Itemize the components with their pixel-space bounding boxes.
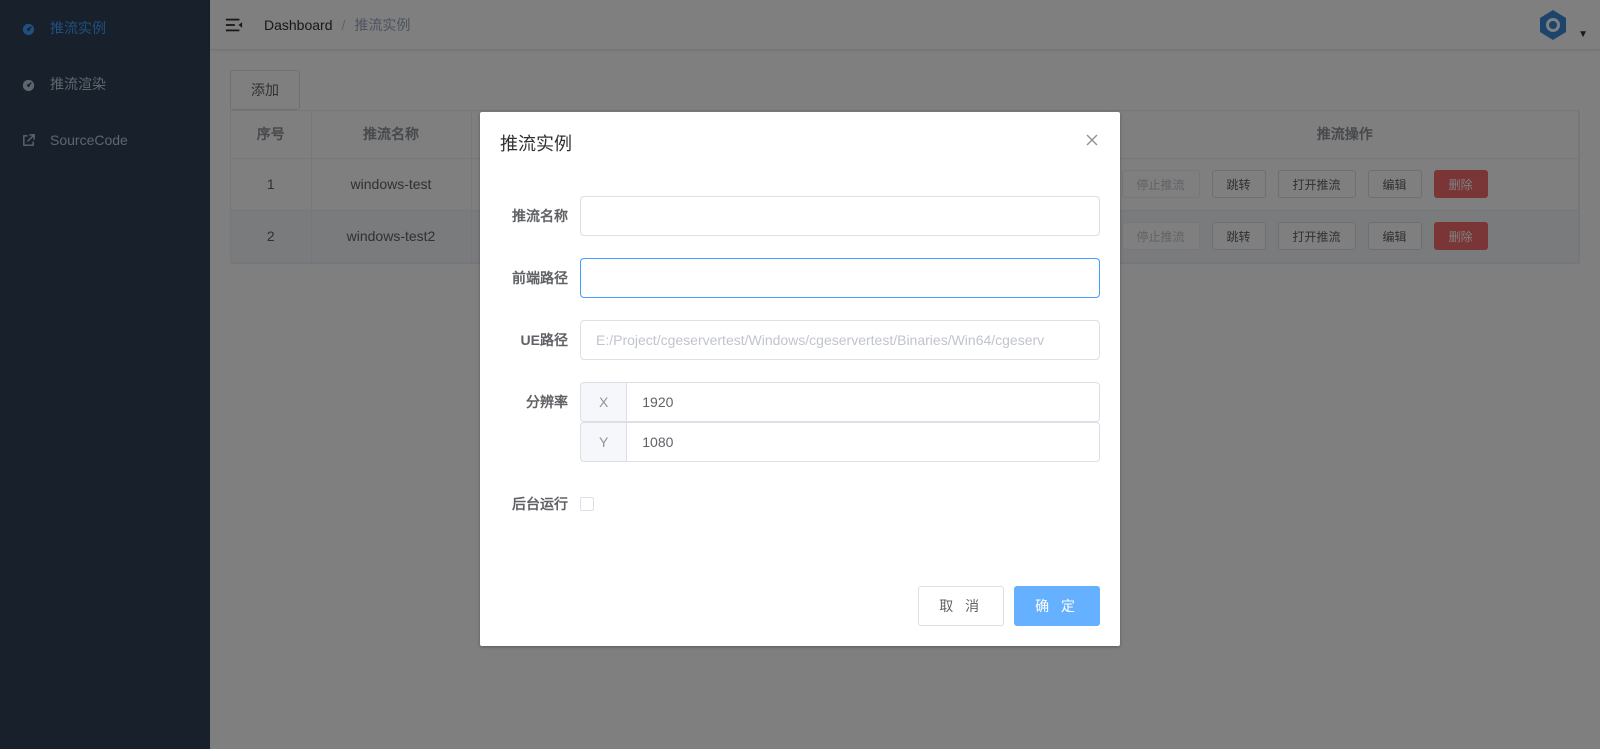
cancel-button[interactable]: 取 消 [918, 586, 1005, 626]
name-label: 推流名称 [512, 208, 568, 224]
resolution-label: 分辨率 [526, 394, 568, 410]
ue-path-label: UE路径 [520, 332, 568, 348]
stream-instance-dialog: 推流实例 推流名称 前端路径 UE路径 E:/Project/cgeserver… [480, 112, 1120, 646]
form-row-ue: UE路径 E:/Project/cgeservertest/Windows/cg… [500, 320, 1100, 360]
background-run-checkbox[interactable] [580, 497, 594, 511]
dialog-title: 推流实例 [500, 134, 572, 154]
dialog-footer: 取 消 确 定 [908, 586, 1100, 626]
close-icon[interactable] [1084, 132, 1100, 148]
form-row-resolution: 分辨率 X 1920 Y 1080 [500, 382, 1100, 462]
resolution-y-input[interactable]: 1080 [626, 422, 1100, 462]
confirm-button[interactable]: 确 定 [1014, 586, 1100, 626]
y-prefix: Y [580, 422, 627, 462]
resolution-y-group: Y 1080 [580, 422, 1100, 462]
dialog-header: 推流实例 [480, 112, 1120, 166]
frontend-path-label: 前端路径 [512, 270, 568, 286]
form-row-background: 后台运行 [500, 484, 1100, 524]
background-run-label: 后台运行 [512, 496, 568, 512]
resolution-x-input[interactable]: 1920 [626, 382, 1100, 422]
dialog-form: 推流名称 前端路径 UE路径 E:/Project/cgeservertest/… [480, 166, 1120, 524]
ue-path-input[interactable]: E:/Project/cgeservertest/Windows/cgeserv… [580, 320, 1100, 360]
name-input[interactable] [580, 196, 1100, 236]
form-row-frontend: 前端路径 [500, 258, 1100, 298]
resolution-x-group: X 1920 [580, 382, 1100, 422]
form-row-name: 推流名称 [500, 196, 1100, 236]
frontend-path-input[interactable] [580, 258, 1100, 298]
x-prefix: X [580, 382, 627, 422]
